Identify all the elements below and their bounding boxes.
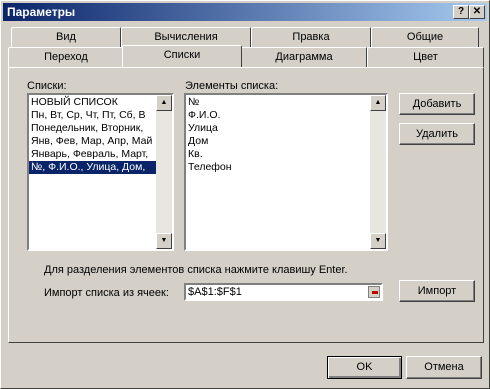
scroll-down-arrow-icon[interactable]: ▼	[370, 233, 386, 249]
tab-edit[interactable]: Правка	[251, 27, 371, 47]
tab-general[interactable]: Общие	[371, 27, 479, 47]
custom-list-item[interactable]: Янв, Фев, Мар, Апр, Май	[29, 135, 156, 148]
ok-button[interactable]: OK	[327, 356, 402, 379]
import-label: Импорт списка из ячеек:	[44, 287, 169, 299]
entries-label: Элементы списка:	[185, 80, 279, 92]
custom-list-item[interactable]: НОВЫЙ СПИСОК	[29, 96, 156, 109]
delete-button[interactable]: Удалить	[399, 123, 475, 145]
hint-text: Для разделения элементов списка нажмите …	[44, 264, 348, 276]
scroll-up-arrow-icon[interactable]: ▲	[370, 95, 386, 111]
lists-scrollbar[interactable]: ▲ ▼	[156, 95, 172, 249]
tab-transition[interactable]: Переход	[8, 47, 124, 67]
tab-color[interactable]: Цвет	[367, 47, 484, 67]
list-entry: Кв.	[188, 148, 203, 160]
help-button[interactable]: ?	[453, 5, 469, 19]
import-range-value: $A$1:$F$1	[188, 286, 242, 298]
tab-lists[interactable]: Списки	[122, 45, 242, 67]
list-entry: Дом	[188, 135, 209, 147]
entries-scrollbar[interactable]: ▲ ▼	[370, 95, 386, 249]
import-button[interactable]: Импорт	[399, 280, 475, 302]
add-button[interactable]: Добавить	[399, 93, 475, 115]
list-entry: Улица	[188, 122, 218, 134]
lists-label: Списки:	[27, 80, 67, 92]
collapse-dialog-icon[interactable]	[368, 286, 380, 298]
options-dialog: Параметры ? ✕ Вид Вычисления Правка Общи…	[0, 0, 490, 389]
close-button[interactable]: ✕	[469, 5, 485, 19]
custom-list-item[interactable]: №, Ф.И.О., Улица, Дом,	[29, 161, 156, 174]
custom-list-item[interactable]: Пн, Вт, Ср, Чт, Пт, Сб, В	[29, 109, 156, 122]
custom-list-item[interactable]: Понедельник, Вторник,	[29, 122, 156, 135]
cancel-button[interactable]: Отмена	[406, 356, 482, 379]
window-title: Параметры	[7, 5, 76, 19]
list-entries-textarea[interactable]: № Ф.И.О. Улица Дом Кв. Телефон ▲ ▼	[184, 93, 388, 251]
tab-chart[interactable]: Диаграмма	[241, 47, 367, 67]
tab-calculation[interactable]: Вычисления	[121, 27, 251, 47]
scroll-up-arrow-icon[interactable]: ▲	[156, 95, 172, 111]
custom-lists-listbox[interactable]: НОВЫЙ СПИСОК Пн, Вт, Ср, Чт, Пт, Сб, В Пон…	[27, 93, 174, 251]
list-entry: №	[188, 96, 200, 108]
lists-tab-panel: Списки: Элементы списка: НОВЫЙ СПИСОК Пн,…	[8, 67, 484, 343]
title-bar: Параметры ? ✕	[3, 3, 487, 21]
list-entry: Ф.И.О.	[188, 109, 221, 121]
import-range-input[interactable]: $A$1:$F$1	[184, 283, 383, 301]
list-entry: Телефон	[188, 161, 232, 173]
tab-view[interactable]: Вид	[11, 27, 121, 47]
scroll-down-arrow-icon[interactable]: ▼	[156, 233, 172, 249]
custom-list-item[interactable]: Январь, Февраль, Март,	[29, 148, 156, 161]
